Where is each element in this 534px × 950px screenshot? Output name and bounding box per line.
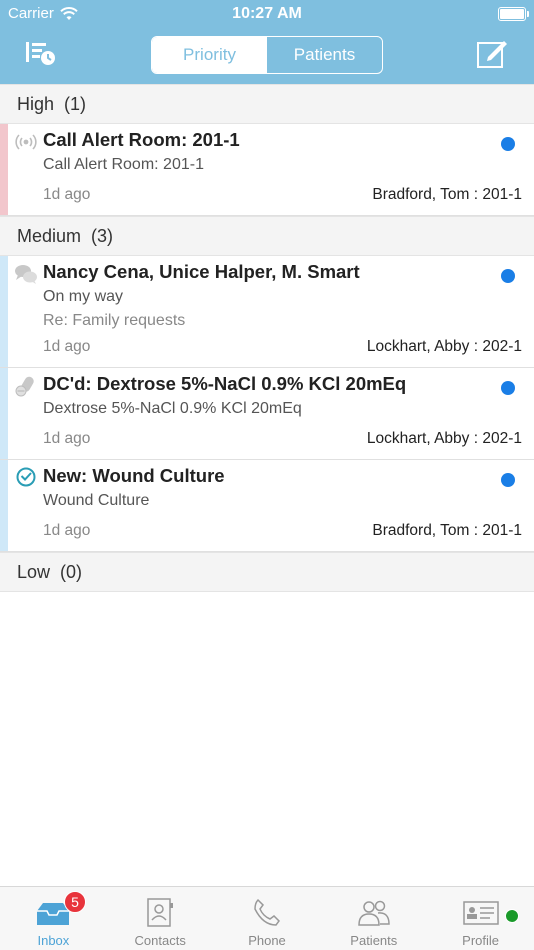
item-title: Nancy Cena, Unice Halper, M. Smart <box>43 261 360 282</box>
segment-priority[interactable]: Priority <box>152 37 267 73</box>
segment-patients[interactable]: Patients <box>267 37 382 73</box>
section-label: Medium <box>17 225 82 246</box>
tab-profile[interactable]: Profile <box>427 887 534 950</box>
section-header-low: Low (0) <box>0 552 534 592</box>
list-item[interactable]: Call Alert Room: 201-1 Call Alert Room: … <box>0 124 534 216</box>
item-subtitle: On my way <box>43 288 124 305</box>
battery-icon <box>498 7 529 21</box>
chat-bubbles-icon <box>15 265 37 284</box>
status-time: 10:27 AM <box>232 5 302 22</box>
tab-phone[interactable]: Phone <box>214 887 321 950</box>
item-footer: 1d ago Lockhart, Abby : 202-1 <box>43 428 522 456</box>
presence-indicator <box>505 909 520 923</box>
section-header-medium: Medium (3) <box>0 216 534 256</box>
view-segmented-control: Priority Patients <box>151 36 383 74</box>
profile-card-icon <box>462 901 499 925</box>
tab-label: Inbox <box>37 933 70 948</box>
top-bar: Carrier 10:27 AM Priority Patients <box>0 0 534 84</box>
priority-sort-icon[interactable] <box>24 38 58 68</box>
item-time-ago: 1d ago <box>43 186 91 203</box>
item-subtitle: Dextrose 5%-NaCl 0.9% KCl 20mEq <box>43 400 302 417</box>
tab-patients[interactable]: Patients <box>320 887 427 950</box>
nav-bar: Priority Patients <box>0 28 534 84</box>
call-alert-icon <box>15 134 37 150</box>
unread-dot <box>501 473 515 487</box>
item-footer: 1d ago Bradford, Tom : 201-1 <box>43 520 522 548</box>
tab-contacts[interactable]: Contacts <box>107 887 214 950</box>
unread-count-badge: 5 <box>64 891 86 913</box>
list-item[interactable]: DC'd: Dextrose 5%-NaCl 0.9% KCl 20mEq De… <box>0 368 534 460</box>
status-bar: Carrier 10:27 AM <box>0 0 534 28</box>
tab-label: Profile <box>462 933 500 948</box>
priority-bar <box>0 124 8 215</box>
item-time-ago: 1d ago <box>43 430 91 447</box>
section-label: High <box>17 93 55 114</box>
item-title: Call Alert Room: 201-1 <box>43 129 240 150</box>
tab-label: Contacts <box>134 933 186 948</box>
tab-label: Phone <box>248 933 286 948</box>
priority-bar <box>0 460 8 551</box>
tab-inbox[interactable]: 5 Inbox <box>0 887 107 950</box>
list-item[interactable]: Nancy Cena, Unice Halper, M. Smart On my… <box>0 256 534 368</box>
section-count: (0) <box>60 561 83 582</box>
lab-result-clock-icon <box>16 467 36 487</box>
item-patient: Lockhart, Abby : 202-1 <box>366 430 522 447</box>
compose-icon[interactable] <box>476 37 508 69</box>
section-header-high: High (1) <box>0 84 534 124</box>
contacts-icon <box>147 898 174 927</box>
medication-pills-icon <box>15 376 34 397</box>
item-title: DC'd: Dextrose 5%-NaCl 0.9% KCl 20mEq <box>43 373 407 394</box>
item-patient: Bradford, Tom : 201-1 <box>372 522 522 539</box>
tab-label: Patients <box>350 933 398 948</box>
section-count: (3) <box>91 225 114 246</box>
section-count: (1) <box>64 93 87 114</box>
item-patient: Lockhart, Abby : 202-1 <box>366 338 522 355</box>
unread-dot <box>501 269 515 283</box>
item-subtitle: Wound Culture <box>43 492 150 509</box>
unread-dot <box>501 137 515 151</box>
item-thread: Re: Family requests <box>43 312 186 329</box>
unread-dot <box>501 381 515 395</box>
item-patient: Bradford, Tom : 201-1 <box>372 186 522 203</box>
priority-bar <box>0 368 8 459</box>
patients-icon <box>358 900 390 926</box>
item-footer: 1d ago Lockhart, Abby : 202-1 <box>43 336 522 364</box>
item-time-ago: 1d ago <box>43 338 91 355</box>
inbox-list: High (1) Call Alert Room: 201-1 Call Ale… <box>0 84 534 592</box>
section-label: Low <box>17 561 51 582</box>
item-title: New: Wound Culture <box>43 465 225 486</box>
tab-bar: 5 Inbox Contacts Phone Patients Profile <box>0 886 534 950</box>
item-time-ago: 1d ago <box>43 522 91 539</box>
list-item[interactable]: New: Wound Culture Wound Culture 1d ago … <box>0 460 534 552</box>
item-footer: 1d ago Bradford, Tom : 201-1 <box>43 184 522 212</box>
item-subtitle: Call Alert Room: 201-1 <box>43 156 204 173</box>
phone-icon <box>254 898 280 926</box>
priority-bar <box>0 256 8 367</box>
